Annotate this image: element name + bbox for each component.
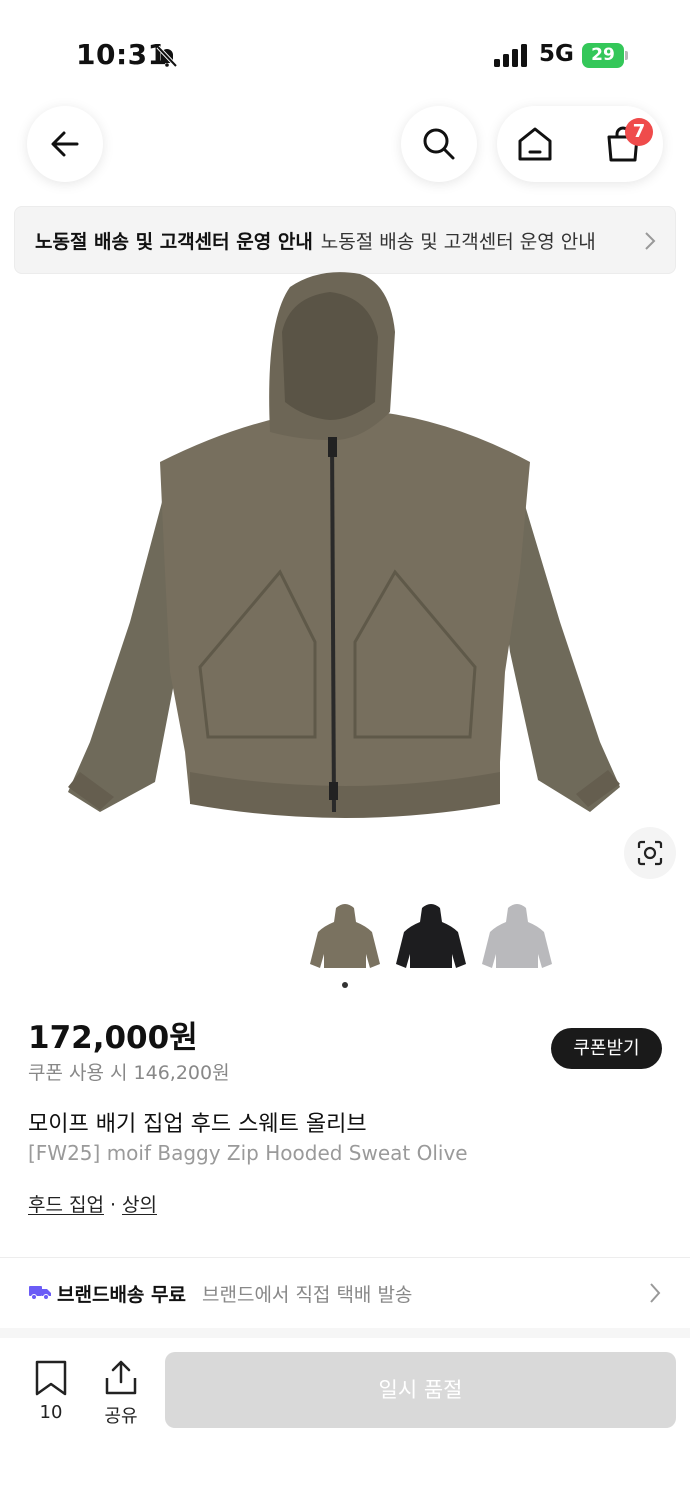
image-search-button[interactable] xyxy=(624,827,676,879)
bookmark-count: 10 xyxy=(39,1402,63,1423)
color-thumbnail-black[interactable] xyxy=(394,898,468,972)
soldout-button[interactable]: 일시 품절 xyxy=(165,1352,676,1428)
chevron-right-icon xyxy=(645,232,656,250)
home-cart-group: 7 xyxy=(497,106,663,182)
bottom-action-bar: 10 공유 일시 품절 xyxy=(0,1338,690,1500)
shipping-info-row[interactable]: 브랜드배송 무료 브랜드에서 직접 택배 발송 xyxy=(0,1258,690,1328)
share-icon xyxy=(105,1360,137,1395)
status-time: 10:31 xyxy=(76,38,168,71)
network-type: 5G xyxy=(539,41,574,67)
product-title-en: [FW25] moif Baggy Zip Hooded Sweat Olive xyxy=(28,1141,468,1165)
chevron-right-icon xyxy=(650,1283,661,1303)
color-thumbnail-gray[interactable] xyxy=(480,898,554,972)
carousel-indicator xyxy=(342,982,348,988)
battery-level: 29 xyxy=(582,43,624,68)
get-coupon-button[interactable]: 쿠폰받기 xyxy=(551,1028,662,1069)
battery-icon: 29 xyxy=(582,43,628,68)
cart-count-badge: 7 xyxy=(625,118,653,146)
color-thumbnail-olive[interactable] xyxy=(308,898,382,972)
category-link-tops[interactable]: 상의 xyxy=(122,1194,157,1216)
home-icon xyxy=(518,127,552,161)
category-separator: · xyxy=(109,1194,117,1216)
lens-icon xyxy=(637,840,663,866)
category-link-hood-zip[interactable]: 후드 집업 xyxy=(28,1194,104,1216)
notice-title: 노동절 배송 및 고객센터 운영 안내 xyxy=(35,230,313,253)
status-bar: 10:31 5G 29 xyxy=(0,0,690,100)
home-button[interactable] xyxy=(511,120,559,168)
search-button[interactable] xyxy=(401,106,477,182)
shipping-title: 브랜드배송 무료 xyxy=(57,1284,186,1306)
notice-text: 노동절 배송 및 고객센터 운영 안내 xyxy=(320,230,596,253)
product-title-ko: 모이프 배기 집업 후드 스웨트 올리브 xyxy=(28,1112,367,1137)
bell-slash-icon xyxy=(156,45,178,68)
shipping-text: 브랜드에서 직접 택배 발송 xyxy=(202,1284,413,1306)
coupon-price: 쿠폰 사용 시 146,200원 xyxy=(28,1062,230,1084)
category-links: 후드 집업 · 상의 xyxy=(28,1190,157,1217)
share-button[interactable]: 공유 xyxy=(92,1360,150,1427)
bookmark-icon xyxy=(35,1360,67,1396)
product-price: 172,000원 xyxy=(28,1020,198,1056)
section-gap xyxy=(0,1328,690,1338)
truck-icon xyxy=(29,1286,51,1300)
share-label: 공유 xyxy=(104,1406,138,1427)
notice-banner[interactable]: 노동절 배송 및 고객센터 운영 안내 노동절 배송 및 고객센터 운영 안내 xyxy=(14,206,676,274)
arrow-left-icon xyxy=(51,131,79,157)
back-button[interactable] xyxy=(27,106,103,182)
bookmark-button[interactable]: 10 xyxy=(22,1360,80,1426)
cellular-signal-icon xyxy=(494,44,527,67)
product-image[interactable] xyxy=(60,272,630,832)
search-icon xyxy=(423,128,455,160)
